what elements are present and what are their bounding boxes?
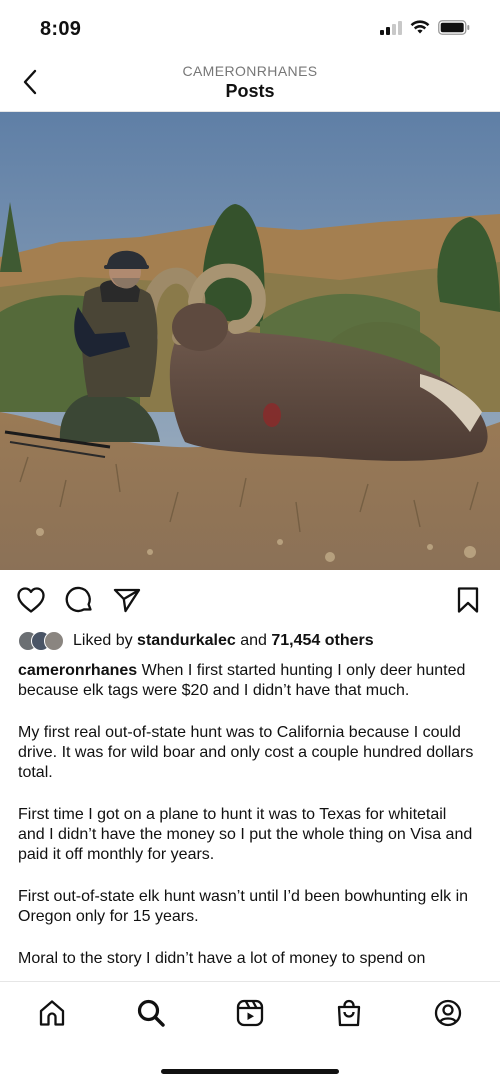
search-icon <box>137 999 165 1027</box>
battery-icon <box>438 20 470 35</box>
caption-paragraph: First out-of-state elk hunt wasn’t until… <box>18 888 469 925</box>
cellular-signal-icon <box>380 20 402 35</box>
bottom-tab-bar <box>0 981 500 1083</box>
caption-paragraph: cameronrhanes When I first started hunti… <box>18 661 476 701</box>
page-title: Posts <box>225 81 275 101</box>
reels-icon <box>236 999 264 1027</box>
caption-paragraph: First time I got on a plane to hunt it w… <box>18 806 473 863</box>
nav-header: CAMERONRHANES Posts <box>0 58 500 112</box>
send-icon <box>113 588 141 613</box>
home-icon <box>39 1000 65 1026</box>
avatar <box>44 631 64 651</box>
tab-shop[interactable] <box>332 996 366 1030</box>
likes-summary[interactable]: Liked by standurkalec and 71,454 others <box>18 630 482 652</box>
likes-prefix: Liked by <box>73 632 138 649</box>
status-bar: 8:09 <box>0 0 500 58</box>
heart-icon <box>17 587 45 613</box>
tab-reels[interactable] <box>233 996 267 1030</box>
save-button[interactable] <box>452 584 484 616</box>
comment-icon <box>65 586 92 613</box>
tab-search[interactable] <box>134 996 168 1030</box>
shop-icon <box>337 999 361 1027</box>
caption-username[interactable]: cameronrhanes <box>18 662 137 679</box>
status-time: 8:09 <box>40 18 82 40</box>
hunting-photo <box>0 112 500 570</box>
status-icons <box>380 20 470 35</box>
liker-avatars <box>18 631 64 651</box>
caption-paragraph: My first real out-of-state hunt was to C… <box>18 724 474 781</box>
post-actions <box>0 582 500 618</box>
header-titles: CAMERONRHANES Posts <box>0 63 500 102</box>
home-indicator <box>161 1069 339 1074</box>
likes-connector: and <box>235 632 272 649</box>
tab-home[interactable] <box>35 996 69 1030</box>
bookmark-icon <box>457 587 479 613</box>
share-button[interactable] <box>111 584 143 616</box>
wifi-icon <box>410 20 430 34</box>
post-caption: cameronrhanes When I first started hunti… <box>18 661 476 981</box>
likes-count[interactable]: 71,454 others <box>271 632 373 650</box>
tab-profile[interactable] <box>431 996 465 1030</box>
comment-button[interactable] <box>63 584 95 616</box>
post-photo[interactable] <box>0 112 500 570</box>
liker-username[interactable]: standurkalec <box>137 632 236 650</box>
like-button[interactable] <box>15 584 47 616</box>
header-username: CAMERONRHANES <box>182 63 318 79</box>
profile-icon <box>434 999 462 1027</box>
caption-paragraph: Moral to the story I didn’t have a lot o… <box>18 950 426 967</box>
